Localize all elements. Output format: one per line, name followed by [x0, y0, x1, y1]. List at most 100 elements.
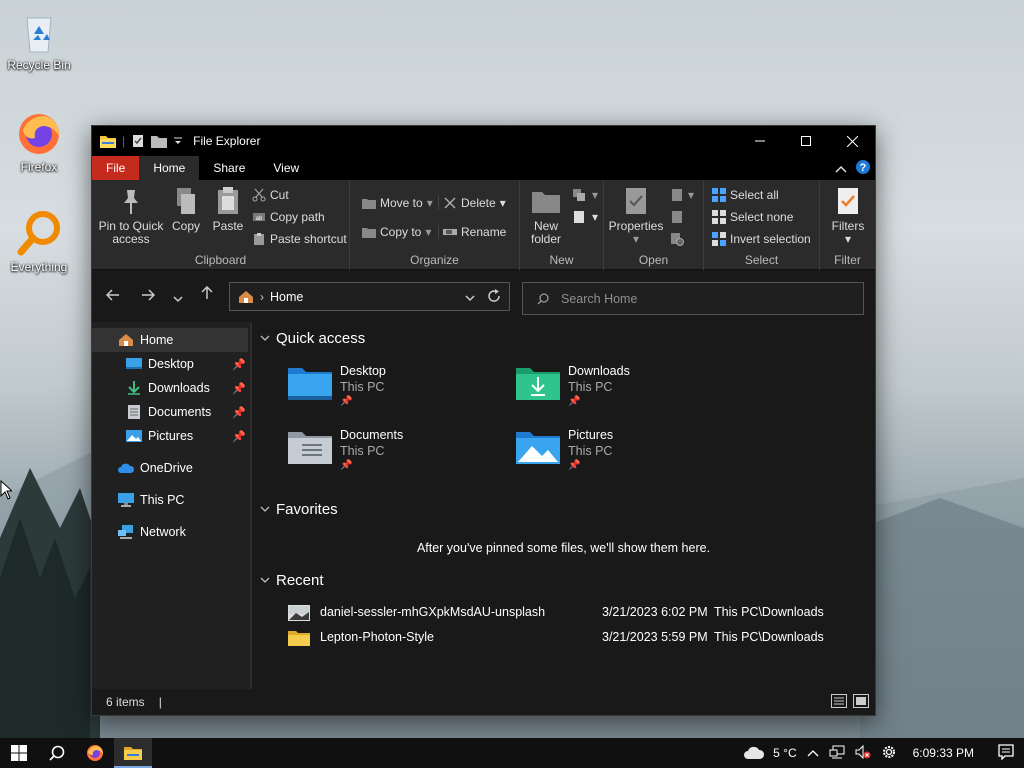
- close-button[interactable]: [829, 126, 875, 156]
- easy-access-button[interactable]: ▾: [572, 210, 598, 224]
- address-dropdown-button[interactable]: [465, 291, 475, 305]
- copy-to-button[interactable]: Copy to ▾: [362, 225, 431, 239]
- help-icon: ?: [856, 160, 870, 174]
- network-tray-button[interactable]: [829, 745, 845, 762]
- refresh-button[interactable]: [487, 289, 501, 306]
- status-separator: |: [158, 695, 162, 709]
- recent-file-date: 3/21/2023 5:59 PM: [602, 630, 708, 644]
- svg-text:ab: ab: [256, 216, 263, 222]
- tab-home[interactable]: Home: [139, 156, 200, 180]
- copy-to-icon: [362, 228, 376, 238]
- back-button[interactable]: [105, 288, 120, 306]
- sidebar-item-documents[interactable]: Documents 📌: [92, 400, 250, 424]
- pin-icon[interactable]: 📌: [232, 382, 246, 395]
- pin-icon[interactable]: 📌: [232, 406, 246, 419]
- search-box[interactable]: Search Home: [522, 282, 864, 315]
- open-button[interactable]: ▾: [670, 188, 694, 202]
- copy-label: Copy: [171, 219, 200, 233]
- details-view-button[interactable]: [831, 693, 847, 711]
- clock[interactable]: 6:09:33 PM: [913, 746, 974, 760]
- edit-button[interactable]: [670, 210, 684, 224]
- move-to-button[interactable]: Move to ▾: [362, 196, 433, 210]
- paste-shortcut-button[interactable]: Paste shortcut: [252, 232, 347, 246]
- select-none-label: Select none: [730, 210, 794, 224]
- help-button[interactable]: ?: [855, 159, 871, 178]
- new-item-button[interactable]: ▾: [572, 188, 598, 202]
- sidebar-item-pictures[interactable]: Pictures 📌: [92, 424, 250, 448]
- copy-path-icon: ab: [253, 213, 265, 222]
- action-center-button[interactable]: [998, 743, 1014, 763]
- customize-qat-icon[interactable]: [173, 136, 183, 146]
- sidebar-item-downloads[interactable]: Downloads 📌: [92, 376, 250, 400]
- address-bar[interactable]: › Home: [229, 282, 510, 311]
- properties-button[interactable]: Properties ▾: [606, 186, 666, 246]
- tab-file[interactable]: File: [92, 156, 140, 180]
- navigation-bar: › Home Search Home: [92, 270, 875, 320]
- group-label-clipboard: Clipboard: [194, 253, 247, 267]
- firefox-taskbar-button[interactable]: [76, 738, 114, 768]
- sidebar-item-network[interactable]: Network: [92, 520, 250, 544]
- section-title: Quick access: [276, 330, 366, 347]
- sidebar-item-this-pc[interactable]: This PC: [92, 488, 250, 512]
- rename-button[interactable]: Rename: [438, 225, 506, 239]
- copy-button[interactable]: Copy: [168, 186, 204, 233]
- new-folder-button[interactable]: New folder: [526, 186, 566, 246]
- quick-access-tile-downloads[interactable]: Downloads This PC 📌: [516, 364, 630, 407]
- desktop-icon-recycle-bin[interactable]: Recycle Bin: [4, 8, 74, 72]
- paste-button[interactable]: Paste: [210, 186, 246, 233]
- recent-header[interactable]: Recent: [260, 572, 324, 589]
- tab-share[interactable]: Share: [199, 156, 259, 180]
- maximize-button[interactable]: [783, 126, 829, 156]
- quick-access-tile-pictures[interactable]: Pictures This PC 📌: [516, 428, 613, 471]
- copy-to-label: Copy to: [380, 225, 422, 239]
- filters-button[interactable]: Filters ▾: [826, 186, 870, 246]
- file-explorer-taskbar-button[interactable]: [114, 738, 152, 768]
- desktop-icon-label: Firefox: [20, 160, 58, 174]
- new-folder-label-2: folder: [530, 232, 562, 246]
- invert-selection-button[interactable]: Invert selection: [712, 232, 811, 246]
- volume-tray-button[interactable]: [855, 744, 871, 762]
- tab-view[interactable]: View: [259, 156, 313, 180]
- tile-location: This PC: [568, 444, 613, 458]
- weather-widget[interactable]: 5 °C: [743, 746, 797, 760]
- copy-path-button[interactable]: ab Copy path: [252, 210, 325, 224]
- recent-row[interactable]: Lepton-Photon-Style 3/21/2023 5:59 PM Th…: [252, 627, 875, 649]
- cut-button[interactable]: Cut: [252, 188, 289, 202]
- favorites-header[interactable]: Favorites: [260, 501, 338, 518]
- search-taskbar-button[interactable]: [38, 738, 76, 768]
- onedrive-cloud-icon: [118, 462, 134, 474]
- show-hidden-icons-button[interactable]: [807, 746, 819, 760]
- collapse-ribbon-button[interactable]: [835, 162, 847, 176]
- clipboard-group: Pin to Quick access Copy Paste Cut ab Co…: [92, 180, 350, 270]
- title-bar[interactable]: | File Explorer: [92, 126, 875, 156]
- desktop-icon-firefox[interactable]: Firefox: [4, 110, 74, 174]
- pin-to-quick-access-button[interactable]: Pin to Quick access: [98, 186, 164, 246]
- quick-access-header[interactable]: Quick access: [260, 330, 365, 347]
- forward-button[interactable]: [141, 288, 156, 306]
- recent-row[interactable]: daniel-sessler-mhGXpkMsdAU-unsplash 3/21…: [252, 602, 875, 624]
- desktop-icon-everything[interactable]: Everything: [4, 210, 74, 274]
- sidebar-item-home[interactable]: Home: [92, 328, 248, 352]
- properties-qat-icon[interactable]: [131, 134, 145, 148]
- start-button[interactable]: [0, 738, 38, 768]
- recent-file-location: This PC\Downloads: [714, 605, 824, 619]
- quick-access-tile-desktop[interactable]: Desktop This PC 📌: [288, 364, 386, 407]
- sidebar-item-desktop[interactable]: Desktop 📌: [92, 352, 250, 376]
- pin-label-2: access: [112, 232, 150, 246]
- select-none-button[interactable]: Select none: [712, 210, 793, 224]
- minimize-button[interactable]: [737, 126, 783, 156]
- large-icons-view-button[interactable]: [853, 693, 869, 711]
- pin-icon[interactable]: 📌: [232, 358, 246, 371]
- pin-icon[interactable]: 📌: [232, 430, 246, 443]
- system-tray: 5 °C 6:09:33 PM: [743, 738, 1024, 768]
- sidebar-item-onedrive[interactable]: OneDrive: [92, 456, 250, 480]
- up-button[interactable]: [201, 285, 213, 305]
- quick-access-tile-documents[interactable]: Documents This PC 📌: [288, 428, 403, 471]
- settings-tray-button[interactable]: [881, 744, 897, 763]
- history-button[interactable]: [670, 232, 684, 246]
- new-folder-qat-icon[interactable]: [151, 135, 168, 148]
- refresh-icon: [488, 289, 500, 302]
- select-all-button[interactable]: Select all: [712, 188, 779, 202]
- recent-locations-button[interactable]: [173, 290, 183, 308]
- delete-button[interactable]: Delete ▾: [438, 196, 506, 210]
